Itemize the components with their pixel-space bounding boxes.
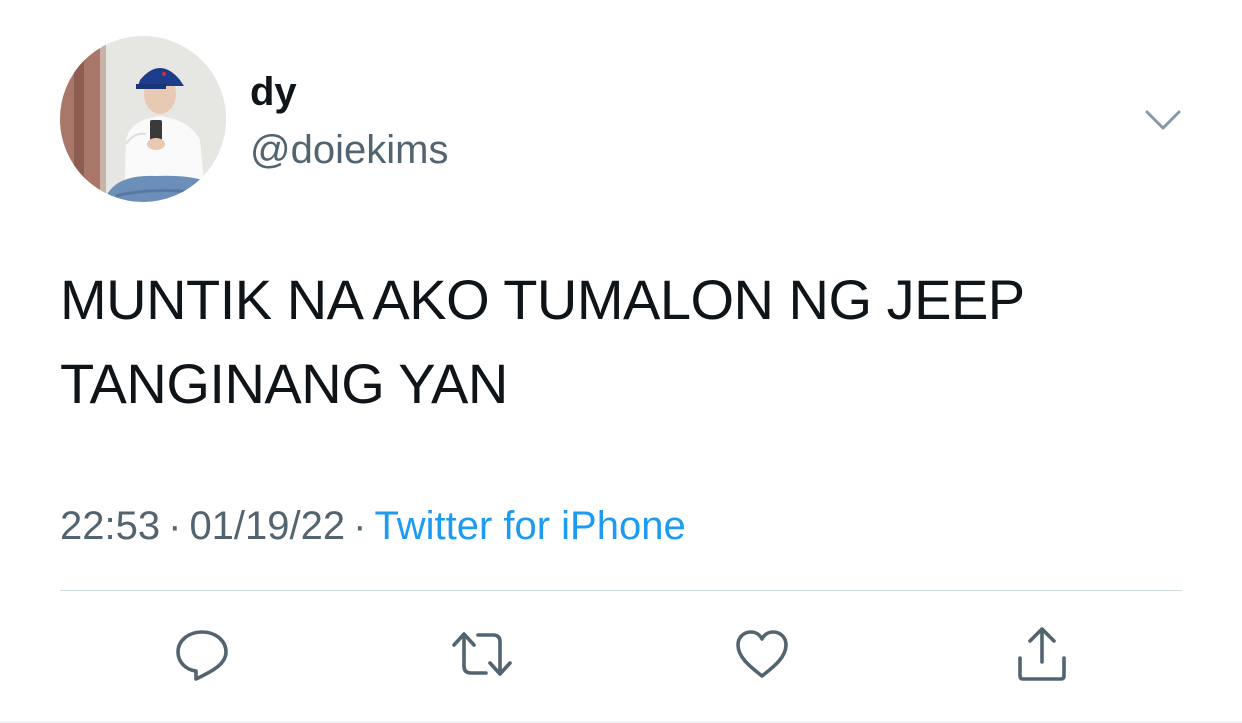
display-name[interactable]: dy <box>250 68 297 116</box>
retweet-icon <box>452 632 512 676</box>
avatar-photo <box>60 36 226 202</box>
reply-button[interactable] <box>170 622 234 686</box>
divider <box>60 590 1182 591</box>
tweet-meta: 22:53 · 01/19/22 · Twitter for iPhone <box>60 502 686 550</box>
heart-icon <box>736 630 788 678</box>
tweet-card: dy @doiekims MUNTIK NA AKO TUMALON NG JE… <box>0 0 1242 723</box>
tweet-date[interactable]: 01/19/22 <box>189 504 345 548</box>
tweet-text-line: MUNTIK NA AKO TUMALON NG JEEP <box>60 268 1025 331</box>
meta-separator: · <box>168 504 182 548</box>
reply-icon <box>176 630 228 681</box>
share-icon <box>1018 627 1066 681</box>
meta-separator: · <box>353 504 367 548</box>
like-button[interactable] <box>730 622 794 686</box>
share-button[interactable] <box>1010 622 1074 686</box>
retweet-button[interactable] <box>450 622 514 686</box>
avatar[interactable] <box>60 36 226 202</box>
tweet-text-line: TANGINANG YAN <box>60 352 508 415</box>
tweet-source-link[interactable]: Twitter for iPhone <box>374 504 685 548</box>
more-options-button[interactable] <box>1140 100 1186 140</box>
tweet-text: MUNTIK NA AKO TUMALON NG JEEP TANGINANG … <box>60 258 1200 426</box>
user-handle[interactable]: @doiekims <box>250 126 448 174</box>
tweet-time[interactable]: 22:53 <box>60 504 160 548</box>
chevron-down-icon <box>1145 110 1181 130</box>
